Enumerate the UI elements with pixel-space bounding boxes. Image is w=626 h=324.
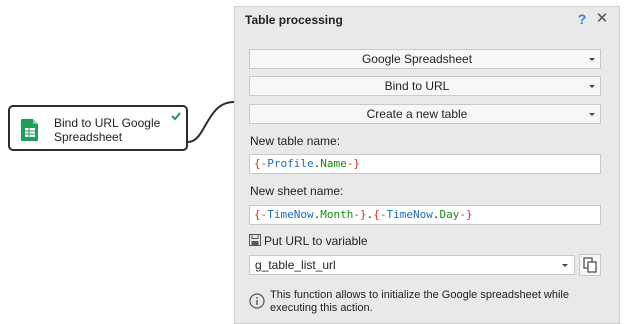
template-property: Day — [439, 208, 460, 221]
service-select-value: Google Spreadsheet — [361, 52, 473, 66]
google-sheets-icon — [21, 119, 38, 141]
help-icon[interactable]: ? — [575, 10, 589, 28]
sheet-name-label: New sheet name: — [250, 184, 344, 198]
info-icon — [249, 293, 265, 309]
template-brace: {- — [254, 208, 268, 221]
node-label: Bind to URL Google Spreadsheet — [54, 116, 174, 144]
variable-value: g_table_list_url — [255, 258, 336, 272]
node-label-line2: Spreadsheet — [54, 130, 123, 144]
node-connector-line — [187, 101, 235, 143]
action-node[interactable]: Bind to URL Google Spreadsheet — [8, 105, 188, 151]
variable-combobox[interactable]: g_table_list_url — [249, 255, 575, 275]
chevron-down-icon — [589, 85, 595, 88]
panel-title: Table processing — [245, 13, 343, 27]
template-variable: TimeNow — [267, 208, 314, 221]
template-brace: {- — [254, 157, 268, 170]
template-brace: -} — [346, 157, 360, 170]
table-name-input[interactable]: {-Profile.Name-} — [249, 154, 601, 174]
table-processing-panel: Table processing ? ✕ Google Spreadsheet … — [234, 6, 620, 324]
chevron-down-icon — [589, 58, 595, 61]
action-select-value: Bind to URL — [384, 79, 450, 93]
mode-select-value: Create a new table — [366, 107, 468, 121]
save-icon — [249, 234, 261, 246]
panel-header: Table processing ? ✕ — [235, 7, 619, 33]
put-url-variable-label: Put URL to variable — [264, 234, 368, 248]
template-brace: -} — [459, 208, 473, 221]
copy-icon — [583, 257, 597, 273]
table-name-label: New table name: — [250, 134, 341, 148]
node-label-line1: Bind to URL Google — [54, 116, 161, 130]
close-icon[interactable]: ✕ — [595, 10, 609, 28]
mode-select[interactable]: Create a new table — [249, 104, 601, 124]
action-select[interactable]: Bind to URL — [249, 76, 601, 96]
template-brace: -} — [353, 208, 367, 221]
sheet-name-input[interactable]: {-TimeNow.Month-}.{-TimeNow.Day-} — [249, 205, 601, 225]
service-select[interactable]: Google Spreadsheet — [249, 49, 601, 69]
template-variable: Profile — [267, 157, 314, 170]
chevron-down-icon — [589, 113, 595, 116]
checkmark-icon — [171, 112, 181, 121]
template-variable: TimeNow — [386, 208, 433, 221]
template-property: Month — [320, 208, 354, 221]
copy-button[interactable] — [579, 254, 601, 276]
template-brace: {- — [373, 208, 387, 221]
template-property: Name — [320, 157, 347, 170]
info-text: This function allows to initialize the G… — [270, 289, 569, 314]
chevron-down-icon — [562, 264, 568, 267]
